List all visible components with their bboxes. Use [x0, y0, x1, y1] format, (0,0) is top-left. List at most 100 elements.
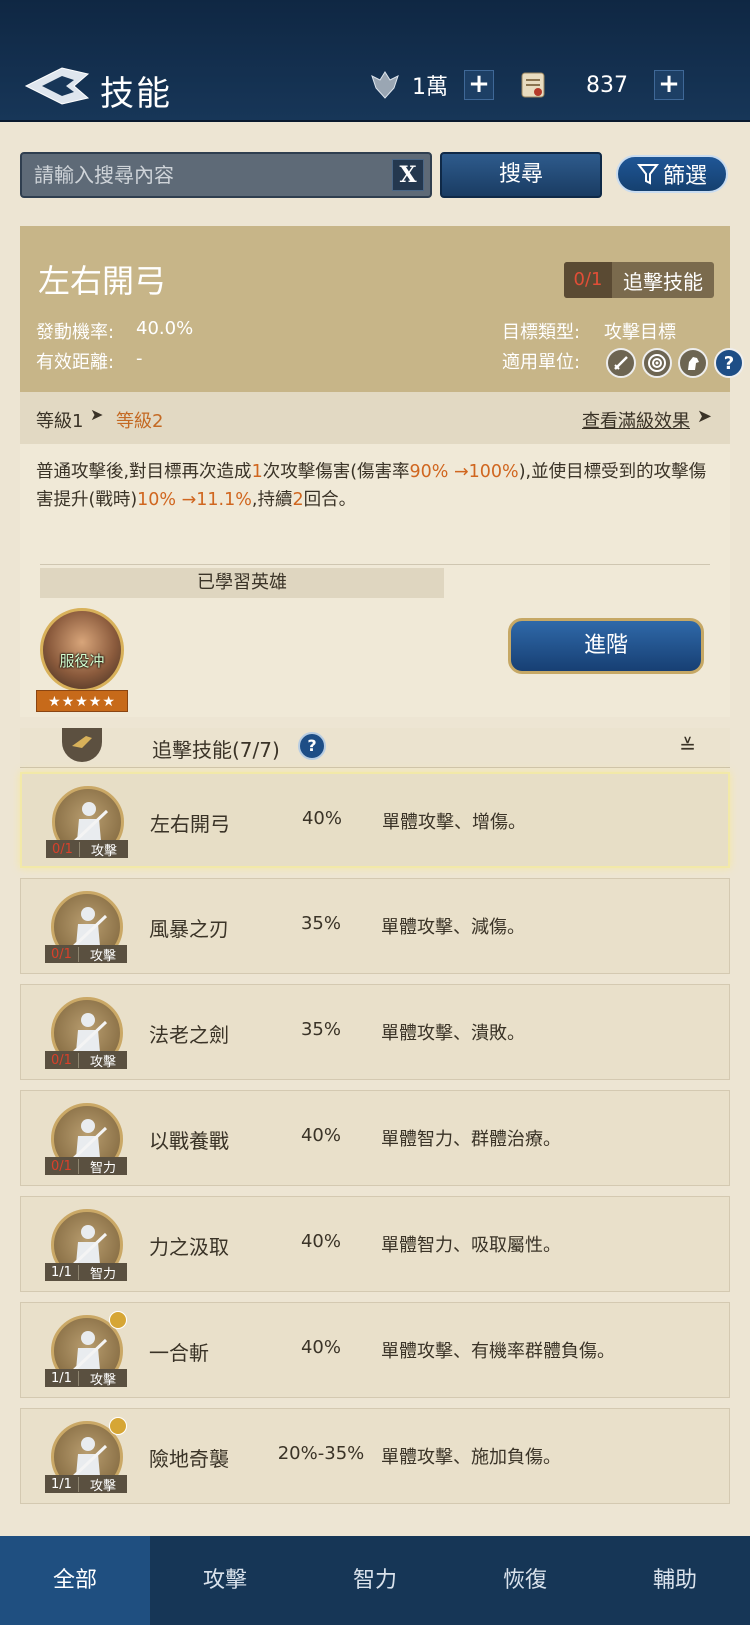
add-scroll-button[interactable]: + [654, 70, 684, 100]
category-help-icon[interactable]: ? [298, 732, 326, 760]
target-icon [642, 348, 672, 378]
back-icon[interactable] [22, 64, 92, 108]
level-current: 等級1 [36, 411, 84, 432]
skill-tag: 1/1 攻擊 [45, 1475, 127, 1494]
skill-type: 智力 [89, 1266, 116, 1282]
filter-label: 篩選 [662, 164, 707, 189]
chase-skill-category-icon [62, 728, 102, 762]
page-title: 技能 [100, 74, 172, 114]
skill-desc: 單體智力、吸取屬性。 [381, 1235, 561, 1256]
hero-card[interactable]: 服役冲 ★★★★★ [36, 608, 128, 712]
skill-name: 法老之劍 [149, 1023, 229, 1047]
skill-rate: 20%-35% [277, 1443, 365, 1464]
upgrade-badge-icon [109, 1417, 127, 1435]
range-value: - [136, 348, 143, 369]
sword-icon [606, 348, 636, 378]
skill-detail-name: 左右開弓 [38, 262, 167, 300]
upgrade-badge-icon [109, 1311, 127, 1329]
desc-highlight: 1 [251, 462, 263, 482]
horse-icon [678, 348, 708, 378]
skill-row[interactable]: 1/1 智力 力之汲取 40% 單體智力、吸取屬性。 [20, 1196, 730, 1292]
skill-type-count: 0/1 [564, 262, 612, 298]
skill-type: 攻擊 [90, 843, 117, 859]
desc-text: 回合。 [303, 490, 357, 510]
desc-highlight: 2 [292, 490, 304, 510]
skill-rate: 40% [300, 1125, 341, 1146]
bottom-tab-bar: 全部 攻擊 智力 恢復 輔助 [0, 1536, 750, 1625]
skill-row[interactable]: 1/1 攻擊 一合斬 40% 單體攻擊、有機率群體負傷。 [20, 1302, 730, 1398]
skill-rate: 40% [300, 1231, 341, 1252]
crest-value: 1萬 [412, 75, 448, 100]
trigger-rate-label: 發動機率: [36, 322, 115, 343]
search-button[interactable]: 搜尋 [440, 152, 602, 198]
scroll-value: 837 [586, 72, 628, 98]
help-icon[interactable]: ? [714, 348, 744, 378]
skill-row[interactable]: 0/1 攻擊 法老之劍 35% 單體攻擊、潰敗。 [20, 984, 730, 1080]
advance-button[interactable]: 進階 [508, 618, 704, 674]
skill-type: 攻擊 [89, 1372, 116, 1388]
skill-rate: 35% [300, 1019, 341, 1040]
skill-type-badge: 0/1 追擊技能 [564, 262, 714, 298]
units-label: 適用單位: [502, 352, 581, 373]
tab-intelligence[interactable]: 智力 [300, 1536, 450, 1625]
skill-type: 攻擊 [89, 1478, 116, 1494]
skill-tag: 1/1 智力 [45, 1263, 127, 1282]
skill-tag: 0/1 攻擊 [46, 840, 128, 859]
category-header[interactable]: 追擊技能(7/7) ? ≚ [20, 728, 730, 768]
skill-row[interactable]: 1/1 攻擊 險地奇襲 20%-35% 單體攻擊、施加負傷。 [20, 1408, 730, 1504]
divider [40, 564, 710, 565]
skill-description: 普通攻擊後,對目標再次造成1次攻擊傷害(傷害率90% →100%),並使目標受到… [36, 458, 716, 514]
skill-count: 1/1 [45, 1476, 79, 1492]
desc-text: ,持續 [251, 490, 293, 510]
skill-desc: 單體智力、群體治療。 [381, 1129, 561, 1150]
desc-highlight: 10% →11.1% [137, 490, 252, 510]
filter-button[interactable]: 篩選 [616, 155, 728, 193]
unit-icons: ? [606, 348, 744, 378]
skill-row[interactable]: 0/1 攻擊 風暴之刃 35% 單體攻擊、減傷。 [20, 878, 730, 974]
skill-rate: 40% [300, 1337, 341, 1358]
skill-type: 智力 [89, 1160, 116, 1176]
add-crest-button[interactable]: + [464, 70, 494, 100]
skill-tag: 0/1 攻擊 [45, 1051, 127, 1070]
trigger-rate-value: 40.0% [136, 318, 194, 339]
tab-recovery[interactable]: 恢復 [450, 1536, 600, 1625]
skill-rate: 40% [301, 808, 342, 829]
search-input[interactable] [22, 154, 382, 196]
level-next: 等級2 [116, 411, 164, 432]
view-full-effect-link[interactable]: 查看滿級效果 [582, 407, 690, 433]
skill-name: 左右開弓 [150, 812, 230, 836]
skill-tag: 0/1 攻擊 [45, 945, 127, 964]
resource-scroll: 837 + [516, 68, 684, 102]
skill-row[interactable]: 0/1 攻擊 左右開弓 40% 單體攻擊、增傷。 [20, 772, 730, 868]
skill-detail-header: 左右開弓 0/1 追擊技能 發動機率: 40.0% 有效距離: - 目標類型: … [20, 226, 744, 392]
skill-count: 0/1 [45, 1052, 79, 1068]
skill-tag: 1/1 攻擊 [45, 1369, 127, 1388]
range-label: 有效距離: [36, 352, 115, 373]
skill-row[interactable]: 0/1 智力 以戰養戰 40% 單體智力、群體治療。 [20, 1090, 730, 1186]
skill-desc: 單體攻擊、潰敗。 [381, 1023, 525, 1044]
scroll-icon [521, 72, 545, 98]
desc-text: 普通攻擊後,對目標再次造成 [36, 462, 252, 482]
skill-name: 一合斬 [149, 1341, 209, 1365]
skill-count: 1/1 [45, 1370, 79, 1386]
tab-attack[interactable]: 攻擊 [150, 1536, 300, 1625]
collapse-icon[interactable]: ≚ [679, 734, 696, 758]
skill-name: 以戰養戰 [149, 1129, 229, 1153]
top-bar: 技能 1萬 + 837 + [0, 0, 750, 122]
tab-support[interactable]: 輔助 [600, 1536, 750, 1625]
skill-desc: 單體攻擊、增傷。 [382, 812, 526, 833]
skill-detail-body: 等級1 ➤ 等級2 查看滿級效果 ➤ 普通攻擊後,對目標再次造成1次攻擊傷害(傷… [20, 392, 730, 717]
skill-count: 0/1 [45, 1158, 79, 1174]
filter-icon [636, 164, 659, 185]
skill-type: 攻擊 [89, 948, 116, 964]
desc-highlight: 90% →100% [409, 462, 519, 482]
skill-desc: 單體攻擊、施加負傷。 [381, 1447, 561, 1468]
level-bar: 等級1 ➤ 等級2 查看滿級效果 ➤ [20, 392, 730, 444]
search-box: X [20, 152, 432, 198]
skill-count: 0/1 [46, 841, 80, 857]
clear-search-button[interactable]: X [392, 159, 424, 191]
skill-tag: 0/1 智力 [45, 1157, 127, 1176]
skill-name: 險地奇襲 [149, 1447, 229, 1471]
skill-rate: 35% [300, 913, 341, 934]
tab-all[interactable]: 全部 [0, 1536, 150, 1625]
